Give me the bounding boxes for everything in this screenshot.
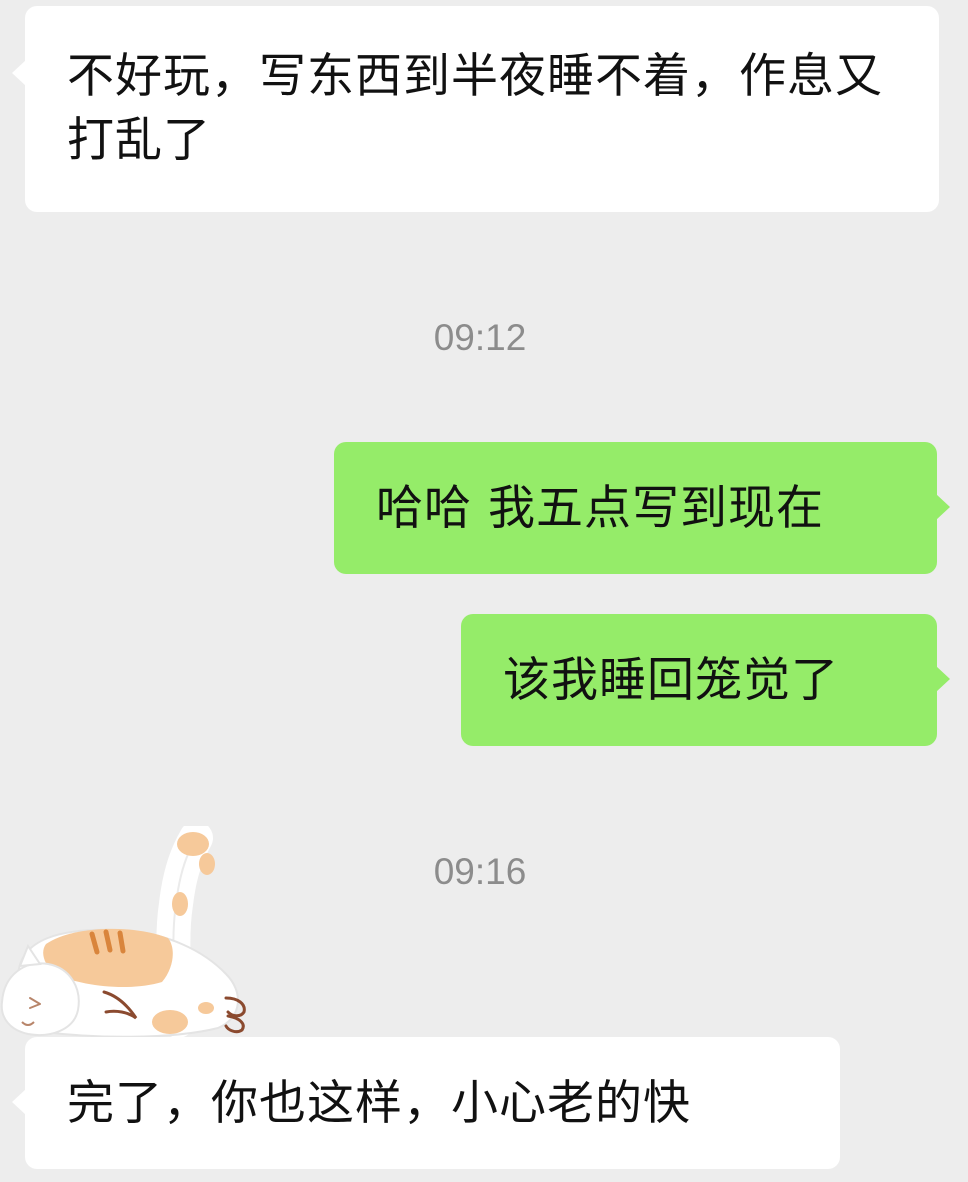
message-text: 完了，你也这样，小心老的快 bbox=[67, 1076, 691, 1131]
bubble-tail bbox=[12, 60, 26, 86]
chat-bubble-incoming[interactable]: 完了，你也这样，小心老的快 bbox=[12, 1037, 840, 1169]
bubble-tail bbox=[936, 494, 950, 520]
sleeping-cat-sticker-icon bbox=[0, 826, 246, 1038]
chat-bubble-outgoing[interactable]: 哈哈 我五点写到现在 bbox=[334, 442, 950, 574]
message-text: 哈哈 我五点写到现在 bbox=[376, 481, 824, 536]
message-text: 该我睡回笼觉了 bbox=[503, 653, 839, 708]
chat-bubble-incoming[interactable]: 不好玩，写东西到半夜睡不着，作息又打乱了 bbox=[12, 6, 939, 212]
message-timestamp: 09:12 bbox=[433, 317, 527, 358]
bubble-tail bbox=[936, 666, 950, 692]
bubble-tail bbox=[12, 1089, 26, 1115]
chat-bubble-outgoing[interactable]: 该我睡回笼觉了 bbox=[461, 614, 950, 746]
message-text: 不好玩，写东西到半夜睡不着，作息又打乱了 bbox=[67, 49, 883, 168]
